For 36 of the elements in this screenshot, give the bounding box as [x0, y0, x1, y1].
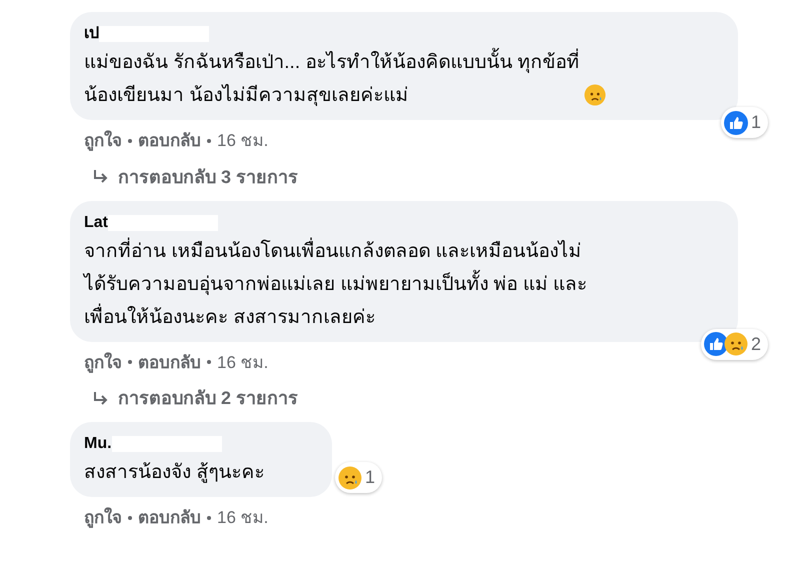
action-link[interactable]: ถูกใจ	[84, 128, 122, 154]
reaction-count: 1	[750, 111, 762, 134]
separator-dot	[128, 360, 132, 364]
separator-dot	[207, 516, 211, 520]
action-link[interactable]: ถูกใจ	[84, 505, 122, 530]
thumbs-up-icon	[724, 110, 748, 134]
reaction-badge[interactable]: 1	[334, 462, 382, 493]
author-name[interactable]: Mu.	[84, 432, 112, 456]
separator-dot	[128, 516, 132, 520]
sad-face-icon	[584, 84, 606, 106]
thumbs-up-icon	[704, 332, 728, 356]
action-link[interactable]: ถูกใจ	[84, 350, 122, 375]
comment-text: แม่ของฉัน รักฉันหรือเป่า... อะไรทำให้น้องคิดแบบนั้น ทุกข้อที่ น้องเขียนมา น้องไม่มีความสุขเลยค่ะแม่	[84, 46, 580, 112]
separator-dot	[207, 138, 211, 143]
sad-face-icon	[338, 466, 362, 490]
reaction-badge[interactable]: 1	[720, 107, 768, 138]
reaction-badge[interactable]: 2	[700, 328, 768, 360]
timestamp: 16 ชม.	[217, 507, 268, 529]
separator-dot	[128, 138, 132, 143]
reply-arrow-icon	[92, 169, 110, 185]
author-name[interactable]: Lat	[84, 210, 108, 234]
reaction-count: 1	[364, 466, 376, 489]
replies-link[interactable]: การตอบกลับ 2 รายการ	[92, 385, 800, 412]
reply-arrow-icon	[92, 390, 110, 406]
reaction-count: 2	[750, 332, 762, 356]
comment-text: จากที่อ่าน เหมือนน้องโดนเพื่อนแกล้งตลอด และเหมือนน้องไม่ ได้รับความอบอุ่นจากพ่อแม่เลย แม่พยายามเป็นทั้ง พ่อ แม่ และ เพื่อนให้น้องนะคะ สงสารมากเลยค่ะ	[84, 234, 588, 334]
author-name[interactable]: เป	[84, 22, 99, 46]
sad-face-icon	[724, 332, 748, 356]
separator-dot	[207, 360, 211, 364]
action-link[interactable]: ตอบกลับ	[138, 128, 201, 154]
replies-link[interactable]: การตอบกลับ 3 รายการ	[92, 164, 800, 190]
timestamp: 16 ชม.	[217, 352, 268, 374]
timestamp: 16 ชม.	[217, 130, 268, 152]
action-link[interactable]: ตอบกลับ	[138, 505, 201, 530]
action-link[interactable]: ตอบกลับ	[138, 350, 201, 375]
comment-text: สงสารน้องจัง สู้ๆนะคะ	[84, 461, 264, 485]
